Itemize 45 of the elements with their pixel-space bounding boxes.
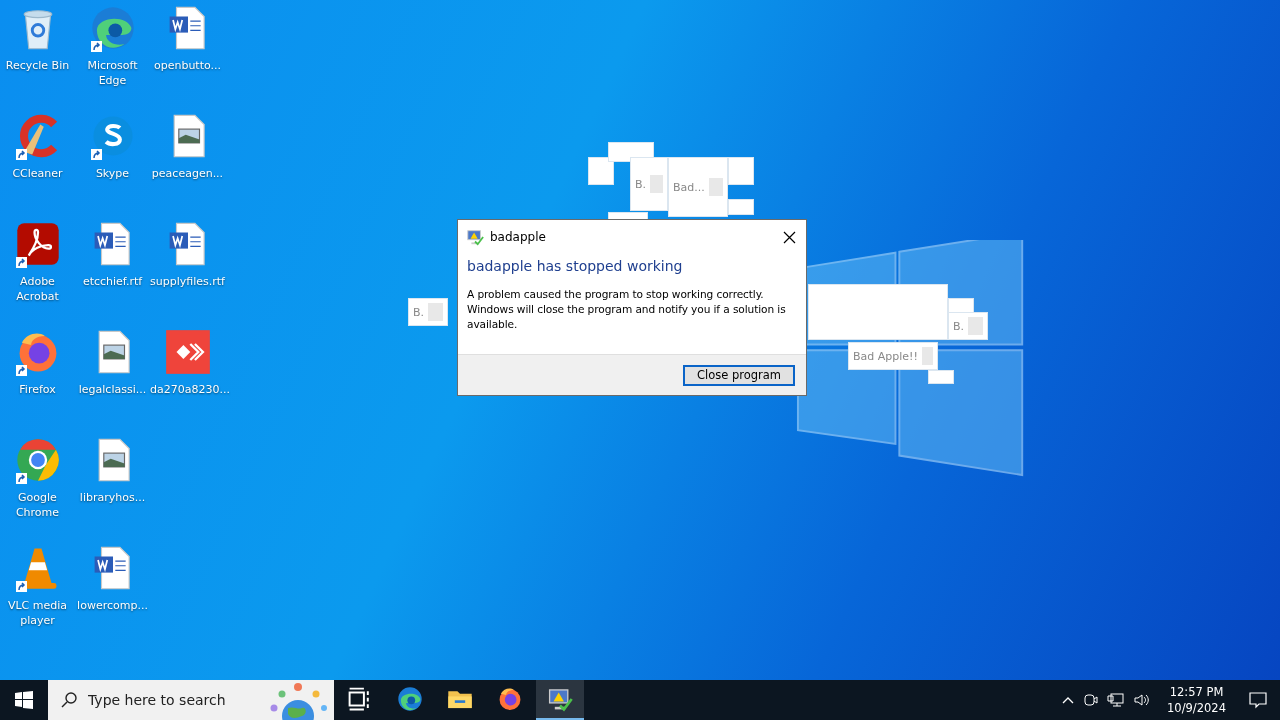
dialog-heading: badapple has stopped working xyxy=(467,258,684,274)
desktop-icon[interactable]: openbutto... xyxy=(150,4,225,112)
popup-title: B. xyxy=(413,305,425,319)
close-program-button[interactable]: Close program xyxy=(683,364,795,386)
desktop-icon[interactable]: Firefox xyxy=(0,328,75,436)
edge-icon xyxy=(89,5,136,51)
volume-icon[interactable] xyxy=(1133,692,1152,708)
desktop-icon[interactable]: VLC media player xyxy=(0,544,75,652)
search-input[interactable]: Type here to search xyxy=(86,691,250,709)
network-icon[interactable] xyxy=(1107,692,1126,708)
desktop-icon[interactable]: Google Chrome xyxy=(0,436,75,544)
desktop-icon[interactable]: CCleaner xyxy=(0,112,75,220)
acrobat-icon xyxy=(14,221,61,267)
desktop-icon[interactable]: Recycle Bin xyxy=(0,4,75,112)
desktop-icon[interactable]: Adobe Acrobat xyxy=(0,220,75,328)
desktop-icon[interactable]: supplyfiles.rtf xyxy=(150,220,225,328)
taskbar-app[interactable] xyxy=(536,680,584,720)
desktop-icon[interactable]: libraryhos... xyxy=(75,436,150,544)
dialog-message: A problem caused the program to stop working correctly. Windows will close the program and notify you if a solution is available. xyxy=(467,287,787,332)
popup-title: Bad Apple!! xyxy=(853,349,918,363)
notification-icon[interactable] xyxy=(1248,690,1268,710)
desktop-icon[interactable]: etcchief.rtf xyxy=(75,220,150,328)
monitor-warning-icon xyxy=(547,686,573,712)
monitor-warning-icon xyxy=(466,228,484,246)
popup-title: B. xyxy=(635,177,647,191)
desktop-icon[interactable]: legalclassi... xyxy=(75,328,150,436)
windows-start-icon[interactable] xyxy=(15,691,33,709)
search-bar[interactable]: Type here to search xyxy=(48,680,334,720)
time-text: 12:57 PM xyxy=(1169,684,1224,700)
edge-icon xyxy=(397,686,423,712)
dialog-title: badapple xyxy=(490,230,546,244)
popup-title: B. xyxy=(953,319,965,333)
firefox-icon xyxy=(497,686,523,712)
desktop-icon[interactable]: peaceagen... xyxy=(150,112,225,220)
popup-title: Bad... xyxy=(673,180,705,194)
clock[interactable]: 12:57 PM 10/9/2024 xyxy=(1167,684,1226,716)
search-icon xyxy=(60,691,78,709)
desktop-icon[interactable]: Skype xyxy=(75,112,150,220)
date-text: 10/9/2024 xyxy=(1167,700,1226,716)
app-icon xyxy=(164,329,211,375)
desktop-icon[interactable]: Microsoft Edge xyxy=(75,4,150,112)
chrome-icon xyxy=(14,437,61,483)
desktop-icon[interactable]: lowercomp... xyxy=(75,544,150,652)
close-icon[interactable] xyxy=(783,230,796,244)
camera-icon[interactable] xyxy=(1083,692,1100,708)
